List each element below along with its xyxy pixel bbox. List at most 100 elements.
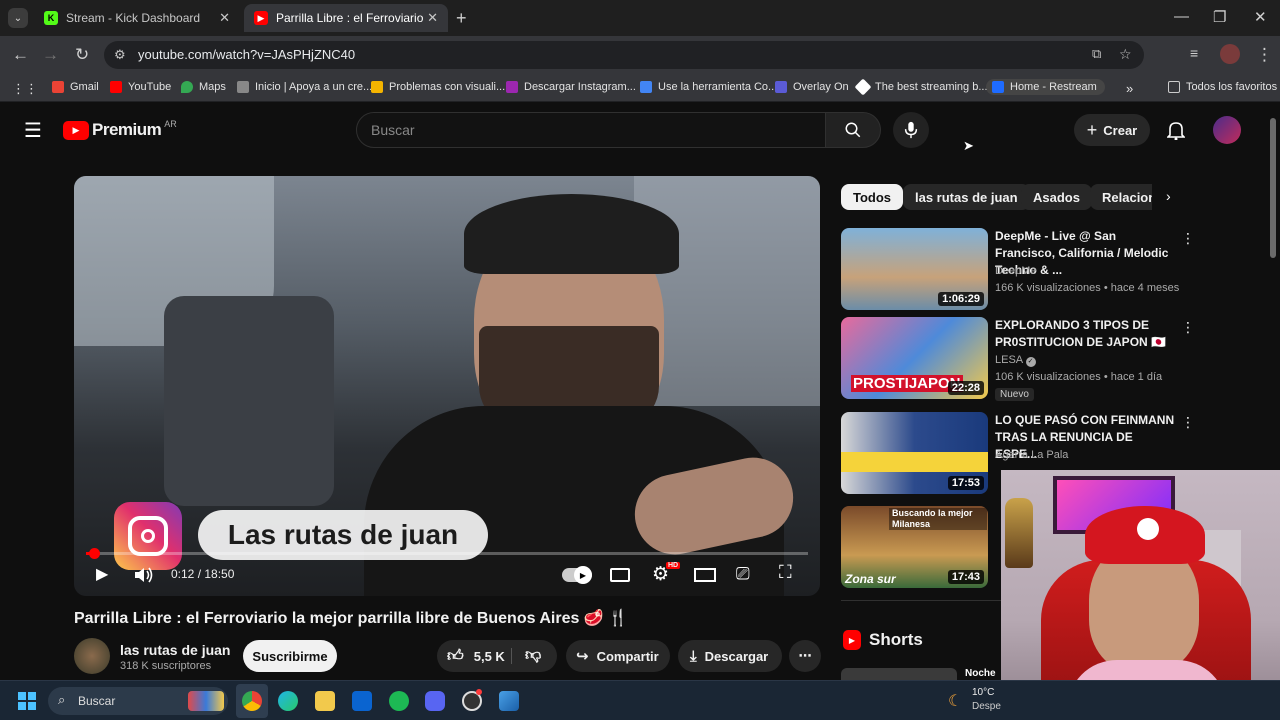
tab-youtube-video[interactable]: ▶ Parrilla Libre : el Ferroviario la mej… [244, 4, 448, 32]
video-player[interactable]: Las rutas de juan ▶ 0:12 / 18:50 ▶ ⚙ HD … [74, 176, 820, 596]
recommendation-channel[interactable]: Agarrá La Pala [995, 449, 1068, 461]
voice-search-button[interactable] [893, 112, 929, 148]
video-thumbnail[interactable]: PROSTIJAPON 22:28 [841, 317, 988, 399]
url-text[interactable]: youtube.com/watch?v=JAsPHjZNC40 [138, 47, 355, 62]
recommendation-item[interactable]: 1:06:29 DeepMe - Live @ San Francisco, C… [841, 228, 1201, 310]
search-input[interactable]: Buscar [356, 112, 826, 148]
like-dislike-group: 👍︎ 5,5 K 👎︎ [437, 640, 557, 672]
recommendation-channel[interactable]: DeepMe [995, 265, 1037, 277]
discord-icon[interactable] [425, 691, 445, 711]
site-info-icon[interactable]: ⚙ [114, 47, 126, 63]
shorts-icon: ▶ [843, 630, 861, 650]
media-controls-icon[interactable]: ≡ [1190, 45, 1198, 61]
youtube-header: ☰ ▶ Premium AR Buscar ➤ + Crear [0, 102, 1280, 158]
account-avatar[interactable] [1213, 116, 1241, 144]
like-thumb-icon[interactable]: 👍︎ [447, 647, 464, 666]
bookmark-streaming[interactable]: The best streaming b... [854, 78, 988, 96]
windows-taskbar: ⌕ Buscar ☾ 10°C Despe [0, 680, 1280, 720]
outlook-icon[interactable] [352, 691, 372, 711]
video-thumbnail[interactable]: 1:06:29 [841, 228, 988, 310]
share-button[interactable]: ↪ Compartir [566, 640, 670, 672]
cast-icon[interactable]: ⎚ [736, 564, 750, 584]
bookmark-herramienta[interactable]: Use la herramienta Co... [640, 81, 777, 93]
restream-icon [992, 81, 1004, 93]
taskbar-search[interactable]: ⌕ Buscar [48, 687, 228, 715]
chip-las-rutas-de-juan[interactable]: las rutas de juan [903, 184, 1030, 210]
download-button[interactable]: ⤓ Descargar [678, 640, 782, 672]
menu-icon[interactable]: ⋮ [1256, 45, 1273, 65]
like-count[interactable]: 5,5 K [474, 649, 505, 664]
notifications-bell-icon[interactable] [1167, 120, 1185, 140]
progress-scrubber[interactable] [88, 548, 100, 559]
autoplay-toggle[interactable]: ▶ [562, 566, 592, 584]
recommendation-item[interactable]: PROSTIJAPON 22:28 EXPLORANDO 3 TIPOS DE … [841, 317, 1201, 401]
progress-bar[interactable] [86, 548, 808, 559]
page-scrollbar[interactable] [1270, 118, 1276, 258]
reload-icon[interactable]: ↻ [75, 45, 89, 65]
bookmark-overlay[interactable]: Overlay On [775, 81, 849, 93]
more-vertical-icon[interactable]: ⋮ [1181, 414, 1195, 431]
windows-start-icon[interactable] [18, 692, 36, 710]
bookmark-apoya[interactable]: Inicio | Apoya a un cre... [237, 81, 372, 93]
video-thumbnail[interactable]: Buscando la mejor Milanesa Zona sur 17:4… [841, 506, 988, 588]
close-tab-icon[interactable]: ✕ [427, 10, 438, 26]
subscribe-button[interactable]: Suscribirme [243, 640, 337, 672]
recommendation-title[interactable]: EXPLORANDO 3 TIPOS DE PR0STITUCION DE JA… [995, 317, 1175, 351]
instagram-logo-icon [114, 502, 182, 570]
chips-next-icon[interactable]: › [1166, 188, 1171, 204]
file-explorer-icon[interactable] [315, 691, 335, 711]
install-app-icon[interactable]: ⧉ [1092, 46, 1101, 62]
video-duration: 1:06:29 [938, 292, 984, 306]
close-tab-icon[interactable]: ✕ [219, 10, 230, 26]
theater-mode-icon[interactable] [694, 568, 716, 582]
photos-icon[interactable] [499, 691, 519, 711]
channel-name[interactable]: las rutas de juan [120, 642, 230, 658]
video-duration: 22:28 [947, 381, 984, 395]
apps-grid-icon[interactable]: ⋮⋮ [12, 81, 38, 97]
back-icon[interactable]: ← [12, 45, 29, 65]
recommendation-channel[interactable]: LESA ✓ [995, 354, 1036, 367]
download-icon [506, 81, 518, 93]
profile-avatar[interactable] [1220, 44, 1240, 64]
volume-icon[interactable] [134, 566, 154, 584]
spotify-icon[interactable] [389, 691, 409, 711]
bookmark-star-icon[interactable]: ☆ [1119, 46, 1132, 63]
bookmarks-bar: ⋮⋮ Gmail YouTube Maps Inicio | Apoya a u… [0, 74, 1280, 102]
more-actions-button[interactable]: ⋯ [789, 640, 821, 672]
edge-icon[interactable] [278, 691, 298, 711]
car-seat [164, 296, 334, 506]
channel-avatar[interactable] [74, 638, 110, 674]
tab-search-button[interactable]: ⌄ [8, 8, 28, 28]
subtitles-icon[interactable] [610, 568, 630, 582]
chip-todos[interactable]: Todos [841, 184, 904, 210]
bookmark-gmail[interactable]: Gmail [52, 81, 99, 93]
shorts-thumbnail[interactable] [841, 668, 957, 680]
search-button[interactable] [825, 112, 881, 148]
bookmark-youtube[interactable]: YouTube [110, 81, 171, 93]
omnibox[interactable]: ⚙ youtube.com/watch?v=JAsPHjZNC40 ☆ ⧉ [104, 41, 1144, 69]
maximize-icon[interactable]: ❐ [1213, 8, 1226, 26]
bookmark-maps[interactable]: Maps [181, 81, 226, 93]
video-thumbnail[interactable]: 17:53 [841, 412, 988, 494]
new-tab-button[interactable]: + [456, 8, 467, 29]
chip-asados[interactable]: Asados [1021, 184, 1092, 210]
chrome-icon[interactable] [242, 691, 262, 711]
play-button[interactable]: ▶ [96, 564, 108, 584]
fullscreen-icon[interactable]: ⛶ [779, 562, 792, 583]
youtube-premium-logo[interactable]: ▶ Premium AR [63, 119, 177, 140]
create-button[interactable]: + Crear [1074, 114, 1150, 146]
all-bookmarks[interactable]: Todos los favoritos [1168, 81, 1277, 93]
dislike-thumb-icon[interactable]: 👎︎ [525, 646, 541, 665]
minimize-icon[interactable]: — [1174, 8, 1189, 25]
close-window-icon[interactable]: ✕ [1254, 8, 1267, 26]
hamburger-menu-icon[interactable]: ☰ [24, 118, 42, 143]
bookmark-instagram[interactable]: Descargar Instagram... [506, 81, 636, 93]
forward-icon[interactable]: → [42, 45, 59, 65]
bookmark-restream[interactable]: Home - Restream [986, 79, 1105, 95]
more-vertical-icon[interactable]: ⋮ [1181, 230, 1195, 247]
bookmark-problemas[interactable]: Problemas con visuali... [371, 81, 505, 93]
chip-relacion[interactable]: Relacion [1090, 184, 1152, 210]
more-vertical-icon[interactable]: ⋮ [1181, 319, 1195, 336]
more-bookmarks-icon[interactable]: » [1126, 81, 1133, 96]
tab-kick-dashboard[interactable]: K Stream - Kick Dashboard ✕ [34, 4, 240, 32]
